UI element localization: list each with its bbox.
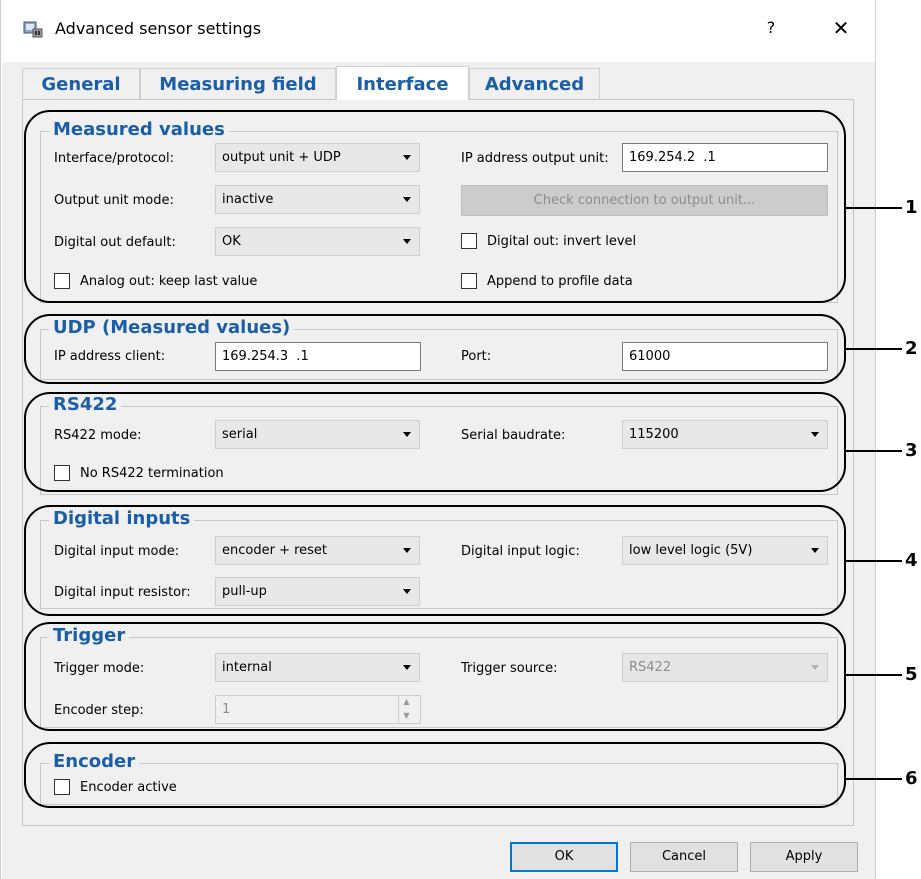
ip-output-unit-label: IP address output unit: xyxy=(461,151,609,166)
ip-output-unit-input[interactable] xyxy=(622,143,828,172)
tab-advanced[interactable]: Advanced xyxy=(469,68,600,100)
trigger-source-label: Trigger source: xyxy=(461,661,558,676)
output-unit-mode-select[interactable]: inactive xyxy=(215,185,420,214)
encoder-step-spinner[interactable]: ▲ ▼ xyxy=(398,695,414,724)
digital-input-logic-select[interactable]: low level logic (5V) xyxy=(622,536,828,565)
select-value: pull-up xyxy=(222,584,267,599)
serial-baudrate-label: Serial baudrate: xyxy=(461,428,566,443)
chevron-down-icon xyxy=(403,155,411,160)
interface-protocol-label: Interface/protocol: xyxy=(54,151,174,166)
tab-measuring-field[interactable]: Measuring field xyxy=(140,68,336,100)
encoder-active-label: Encoder active xyxy=(80,780,177,795)
digital-input-logic-label: Digital input logic: xyxy=(461,544,580,559)
callout-number-6: 6 xyxy=(905,768,918,789)
chevron-down-icon xyxy=(811,432,819,437)
append-profile-label: Append to profile data xyxy=(487,274,633,289)
apply-button[interactable]: Apply xyxy=(750,842,858,872)
tab-general[interactable]: General xyxy=(22,68,140,100)
chevron-down-icon xyxy=(403,197,411,202)
help-button[interactable]: ? xyxy=(759,16,783,40)
rs422-mode-select[interactable]: serial xyxy=(215,420,420,449)
select-value: serial xyxy=(222,427,258,442)
append-profile-checkbox[interactable] xyxy=(461,273,477,289)
rs422-mode-label: RS422 mode: xyxy=(54,428,142,443)
digital-input-resistor-select[interactable]: pull-up xyxy=(215,577,420,606)
group-title: RS422 xyxy=(49,395,122,415)
digital-input-resistor-label: Digital input resistor: xyxy=(54,585,191,600)
output-unit-mode-label: Output unit mode: xyxy=(54,193,174,208)
digital-out-default-select[interactable]: OK xyxy=(215,227,420,256)
chevron-down-icon xyxy=(811,548,819,553)
callout-line-4 xyxy=(846,560,902,562)
chevron-down-icon xyxy=(403,432,411,437)
close-button[interactable]: ✕ xyxy=(827,14,855,42)
port-input[interactable] xyxy=(622,342,828,371)
cancel-button[interactable]: Cancel xyxy=(630,842,738,872)
no-termination-checkbox[interactable] xyxy=(54,465,70,481)
select-value: inactive xyxy=(222,192,274,207)
select-value: OK xyxy=(222,234,241,249)
group-title: Digital inputs xyxy=(49,509,195,529)
callout-number-1: 1 xyxy=(905,197,918,218)
port-label: Port: xyxy=(461,349,492,364)
check-connection-button[interactable]: Check connection to output unit... xyxy=(461,185,828,216)
tab-interface[interactable]: Interface xyxy=(336,66,469,100)
chevron-down-icon xyxy=(811,665,819,670)
select-value: internal xyxy=(222,660,272,675)
serial-baudrate-select[interactable]: 115200 xyxy=(622,420,828,449)
callout-number-3: 3 xyxy=(905,440,918,461)
spin-up-icon[interactable]: ▲ xyxy=(399,695,414,709)
group-title: UDP (Measured values) xyxy=(49,318,295,338)
ok-button[interactable]: OK xyxy=(510,842,618,872)
invert-level-label: Digital out: invert level xyxy=(487,234,637,249)
chevron-down-icon xyxy=(403,548,411,553)
analog-keep-checkbox[interactable] xyxy=(54,273,70,289)
select-value: encoder + reset xyxy=(222,543,328,558)
digital-input-mode-label: Digital input mode: xyxy=(54,544,180,559)
title-bar: Advanced sensor settings ? ✕ xyxy=(1,0,875,62)
ip-client-label: IP address client: xyxy=(54,349,166,364)
window-title: Advanced sensor settings xyxy=(55,19,262,38)
callout-line-6 xyxy=(846,778,902,780)
callout-line-3 xyxy=(846,450,902,452)
group-title: Trigger xyxy=(49,626,130,646)
encoder-step-label: Encoder step: xyxy=(54,703,144,718)
analog-keep-label: Analog out: keep last value xyxy=(80,274,258,289)
spin-down-icon[interactable]: ▼ xyxy=(399,709,414,723)
chevron-down-icon xyxy=(403,589,411,594)
no-termination-label: No RS422 termination xyxy=(80,466,224,481)
app-icon xyxy=(23,21,43,38)
chevron-down-icon xyxy=(403,665,411,670)
callout-number-2: 2 xyxy=(905,338,918,359)
trigger-source-select[interactable]: RS422 xyxy=(622,653,828,682)
encoder-active-checkbox[interactable] xyxy=(54,779,70,795)
trigger-mode-label: Trigger mode: xyxy=(54,661,145,676)
digital-out-default-label: Digital out default: xyxy=(54,235,176,250)
select-value: 115200 xyxy=(629,427,679,442)
ip-client-input[interactable] xyxy=(215,342,421,371)
callout-number-4: 4 xyxy=(905,550,918,571)
group-title: Measured values xyxy=(49,120,229,140)
invert-level-checkbox[interactable] xyxy=(461,233,477,249)
trigger-mode-select[interactable]: internal xyxy=(215,653,420,682)
select-value: low level logic (5V) xyxy=(629,543,753,558)
digital-input-mode-select[interactable]: encoder + reset xyxy=(215,536,420,565)
callout-line-5 xyxy=(846,674,902,676)
select-value: RS422 xyxy=(629,660,672,675)
interface-protocol-select[interactable]: output unit + UDP xyxy=(215,143,420,172)
group-trigger: Trigger xyxy=(40,626,838,728)
select-value: output unit + UDP xyxy=(222,150,341,165)
callout-number-5: 5 xyxy=(905,664,918,685)
chevron-down-icon xyxy=(403,239,411,244)
callout-line-2 xyxy=(846,348,902,350)
callout-line-1 xyxy=(846,207,902,209)
encoder-step-input[interactable] xyxy=(215,695,421,724)
group-title: Encoder xyxy=(49,752,140,772)
